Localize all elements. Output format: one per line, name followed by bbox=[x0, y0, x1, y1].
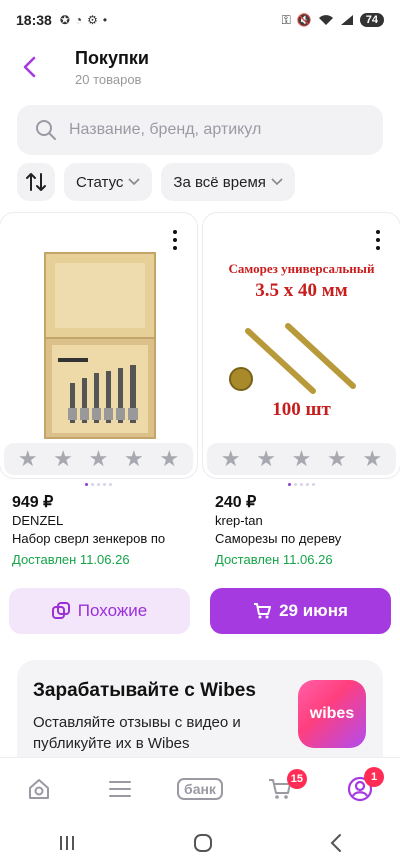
bank-icon: банк bbox=[177, 777, 223, 800]
battery-level: 74 bbox=[359, 13, 384, 27]
rating-stars[interactable]: ★ ★ ★ ★ ★ bbox=[4, 443, 193, 475]
mute-icon: 🔇 bbox=[296, 13, 312, 27]
product-card[interactable]: ★ ★ ★ ★ ★ 949 ₽ DENZEL Набор сверл зенке… bbox=[0, 213, 197, 580]
star-icon[interactable]: ★ bbox=[89, 448, 109, 470]
search-placeholder: Название, бренд, артикул bbox=[69, 121, 262, 138]
back-button[interactable] bbox=[14, 52, 44, 82]
sort-button[interactable] bbox=[17, 163, 55, 201]
screws-illustration bbox=[229, 323, 356, 394]
cart-badge: 15 bbox=[286, 768, 307, 789]
star-icon[interactable]: ★ bbox=[362, 448, 382, 470]
product-price: 949 ₽ bbox=[12, 494, 54, 511]
star-icon[interactable]: ★ bbox=[159, 448, 179, 470]
more-options-button[interactable] bbox=[165, 227, 185, 253]
notification-dot-icon: • bbox=[102, 13, 108, 27]
chevron-down-icon bbox=[271, 178, 283, 186]
similar-icon bbox=[51, 602, 70, 619]
product-price: 240 ₽ bbox=[215, 494, 257, 511]
nav-catalog[interactable] bbox=[95, 769, 145, 809]
recent-apps-icon[interactable] bbox=[57, 834, 77, 852]
delivery-status: Доставлен 11.06.26 bbox=[12, 552, 130, 567]
page-title: Покупки bbox=[75, 48, 149, 68]
product-name: Набор сверл зенкеров по bbox=[12, 531, 166, 546]
more-options-button[interactable] bbox=[368, 227, 388, 253]
star-icon[interactable]: ★ bbox=[292, 448, 312, 470]
nav-profile[interactable]: 1 bbox=[335, 766, 385, 809]
clock: 18:38 bbox=[16, 12, 52, 28]
search-icon bbox=[36, 120, 56, 140]
filter-bar: Статус За всё время bbox=[17, 163, 295, 201]
similar-label: Похожие bbox=[77, 601, 148, 620]
star-icon[interactable]: ★ bbox=[256, 448, 276, 470]
star-icon[interactable]: ★ bbox=[221, 448, 241, 470]
product-name: Саморезы по дереву bbox=[215, 531, 342, 546]
product-image[interactable]: ★ ★ ★ ★ ★ bbox=[0, 213, 197, 478]
wifi-icon bbox=[318, 15, 333, 25]
star-icon[interactable]: ★ bbox=[53, 448, 73, 470]
items-count: 20 товаров bbox=[75, 72, 142, 87]
signal-icon bbox=[340, 15, 353, 25]
image-size: 3.5 х 40 мм bbox=[255, 280, 348, 301]
delivery-status: Доставлен 11.06.26 bbox=[215, 552, 333, 567]
product-image[interactable]: Саморез универсальный 3.5 х 40 мм 100 шт… bbox=[203, 213, 400, 478]
similar-button[interactable]: Похожие bbox=[9, 588, 190, 634]
cart-icon bbox=[254, 603, 272, 619]
product-grid: ★ ★ ★ ★ ★ 949 ₽ DENZEL Набор сверл зенке… bbox=[0, 213, 400, 580]
delivery-date-button[interactable]: 29 июня bbox=[210, 588, 391, 634]
bottom-navigation: банк 15 1 bbox=[0, 757, 400, 819]
profile-badge: 1 bbox=[364, 766, 384, 787]
star-icon[interactable]: ★ bbox=[327, 448, 347, 470]
product-brand: krep-tan bbox=[215, 513, 263, 528]
image-pagination bbox=[203, 483, 400, 486]
period-filter-label: За всё время bbox=[173, 173, 266, 191]
home-icon[interactable] bbox=[192, 832, 214, 854]
image-pagination bbox=[0, 483, 197, 486]
star-icon[interactable]: ★ bbox=[124, 448, 144, 470]
period-filter[interactable]: За всё время bbox=[161, 163, 295, 201]
menu-icon bbox=[109, 780, 131, 797]
rating-stars[interactable]: ★ ★ ★ ★ ★ bbox=[207, 443, 396, 475]
product-card[interactable]: Саморез универсальный 3.5 х 40 мм 100 шт… bbox=[203, 213, 400, 580]
chevron-left-icon bbox=[23, 56, 36, 78]
promo-title: Зарабатывайте с Wibes bbox=[33, 680, 256, 701]
chevron-down-icon bbox=[128, 178, 140, 186]
sort-arrows-icon bbox=[26, 173, 46, 191]
search-input[interactable]: Название, бренд, артикул bbox=[17, 105, 383, 155]
promo-text: Оставляйте отзывы с видео и публикуйте и… bbox=[33, 714, 241, 752]
status-bar: 18:38 ✪ ◔ ⚙ • ⚿ 🔇 74 bbox=[0, 0, 400, 40]
status-filter[interactable]: Статус bbox=[64, 163, 153, 201]
status-filter-label: Статус bbox=[76, 173, 124, 191]
notification-icon-2: ◔ bbox=[74, 13, 83, 27]
back-icon[interactable] bbox=[329, 833, 343, 853]
nav-cart[interactable]: 15 bbox=[255, 768, 307, 809]
nav-bank[interactable]: банк bbox=[175, 769, 225, 809]
notification-icons: ✪ ◔ ⚙ • bbox=[60, 13, 107, 27]
product-brand: DENZEL bbox=[12, 513, 64, 528]
notification-icon-1: ✪ bbox=[59, 13, 70, 27]
image-quantity: 100 шт bbox=[272, 399, 331, 420]
home-search-icon bbox=[29, 778, 49, 799]
system-icons: ⚿ 🔇 74 bbox=[282, 13, 384, 28]
page-header: Покупки 20 товаров bbox=[0, 44, 400, 94]
notification-icon-3: ⚙ bbox=[87, 13, 98, 27]
wibes-logo: wibes bbox=[298, 680, 366, 748]
delivery-date-label: 29 июня bbox=[279, 601, 348, 620]
key-icon: ⚿ bbox=[281, 12, 291, 27]
image-title: Саморез универсальный bbox=[228, 261, 375, 276]
system-navigation bbox=[0, 819, 400, 867]
star-icon[interactable]: ★ bbox=[18, 448, 38, 470]
nav-home[interactable] bbox=[15, 769, 65, 809]
